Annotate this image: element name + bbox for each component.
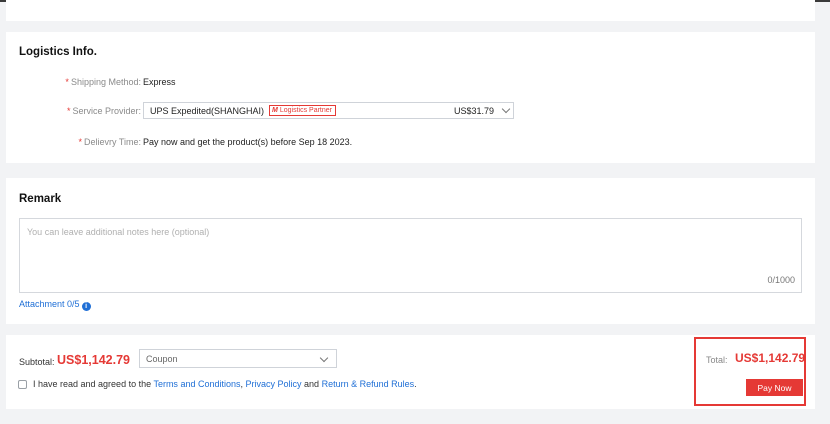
chevron-down-icon <box>319 353 329 363</box>
terms-link[interactable]: Terms and Conditions <box>153 379 240 389</box>
remark-card: Remark You can leave additional notes he… <box>6 178 815 324</box>
total-label: Total: <box>706 355 728 365</box>
coupon-select[interactable]: Coupon <box>139 349 337 368</box>
chevron-down-icon <box>501 104 511 114</box>
attachment-link[interactable]: Attachment 0/5 i <box>19 299 91 311</box>
delivery-time-value: Pay now and get the product(s) before Se… <box>143 137 353 147</box>
logistics-title: Logistics Info. <box>19 46 97 58</box>
checkout-card: Subtotal: US$1,142.79 Coupon I have read… <box>6 335 815 409</box>
service-provider-name: UPS Expedited(SHANGHAI) <box>150 106 265 116</box>
remark-title: Remark <box>19 193 62 205</box>
logistics-card: Logistics Info. * Shipping Method: Expres… <box>6 32 815 163</box>
refund-rules-link[interactable]: Return & Refund Rules <box>322 379 415 389</box>
logistics-partner-logo: M <box>272 107 278 114</box>
remark-char-count: 0/1000 <box>767 275 795 285</box>
total-highlight-box: Total: US$1,142.79 Pay Now <box>694 337 806 406</box>
subtotal-label: Subtotal: <box>19 357 55 367</box>
agreement-row: I have read and agreed to the Terms and … <box>18 379 417 389</box>
total-value: US$1,142.79 <box>735 351 806 365</box>
remark-placeholder: You can leave additional notes here (opt… <box>27 227 210 237</box>
logistics-partner-badge: M Logistics Partner <box>269 105 336 116</box>
subtotal-value: US$1,142.79 <box>57 353 130 367</box>
shipping-method-label: * Shipping Method: <box>65 77 141 87</box>
pay-now-button[interactable]: Pay Now <box>746 379 803 396</box>
service-provider-price: US$31.79 <box>454 106 495 116</box>
required-mark: * <box>66 106 71 116</box>
service-provider-select[interactable]: UPS Expedited(SHANGHAI) M Logistics Partn… <box>143 102 514 119</box>
delivery-time-label: * Delievry Time: <box>78 137 141 147</box>
required-mark: * <box>65 77 69 87</box>
info-icon[interactable]: i <box>81 302 91 311</box>
shipping-method-value: Express <box>143 77 176 87</box>
previous-section-card <box>6 0 815 21</box>
remark-textarea[interactable]: You can leave additional notes here (opt… <box>19 218 802 293</box>
coupon-placeholder: Coupon <box>146 354 178 364</box>
privacy-policy-link[interactable]: Privacy Policy <box>246 379 302 389</box>
required-mark: * <box>78 137 82 147</box>
agreement-text: I have read and agreed to the <box>33 379 152 389</box>
agreement-checkbox[interactable] <box>18 380 27 389</box>
service-provider-label: * Service Provider: <box>66 106 141 116</box>
